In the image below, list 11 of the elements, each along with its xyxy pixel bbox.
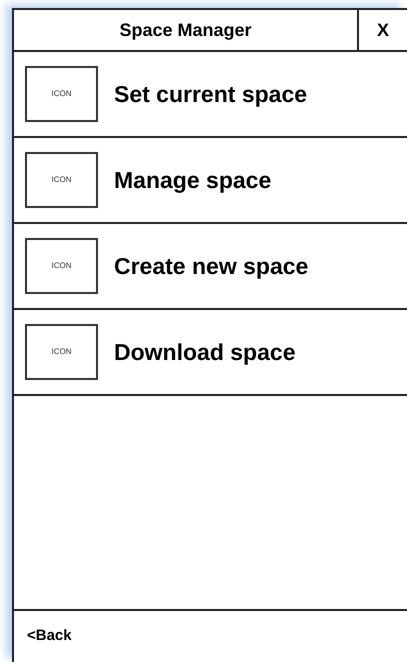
icon-placeholder: ICON (25, 152, 98, 208)
menu-item[interactable]: ICON Download space (14, 310, 407, 396)
icon-placeholder: ICON (25, 66, 98, 122)
back-link[interactable]: <Back (27, 625, 72, 648)
close-button[interactable]: X (357, 10, 407, 50)
icon-placeholder: ICON (25, 238, 98, 294)
menu-item[interactable]: ICON Set current space (14, 52, 407, 138)
menu-item[interactable]: ICON Create new space (14, 224, 407, 310)
icon-placeholder: ICON (25, 324, 98, 380)
menu-item[interactable]: ICON Manage space (14, 138, 407, 224)
window-title: Space Manager (118, 18, 253, 42)
